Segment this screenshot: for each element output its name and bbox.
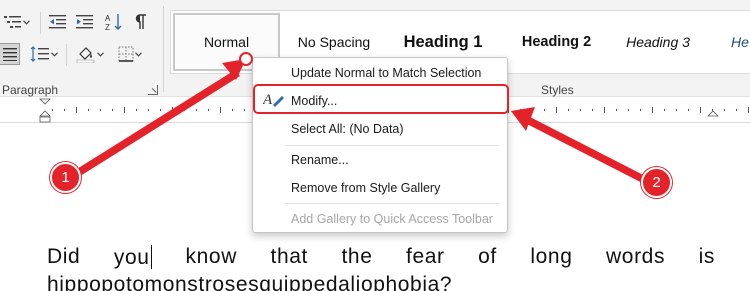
line-spacing-button[interactable] [26,43,62,65]
ruler-tick [76,107,77,113]
decrease-indent-icon [49,14,67,30]
divider [40,12,41,34]
ruler-tick [112,109,113,111]
shading-icon [76,45,96,63]
document-word: Did [47,245,81,268]
ruler-tick [568,109,569,111]
ruler-tick [724,109,725,111]
style-heading-4-partial[interactable]: He [719,13,750,71]
menu-item-add-gallery-to-qat: Add Gallery to Quick Access Toolbar [291,212,493,226]
ruler-tick [136,109,137,111]
dialog-launcher-icon[interactable] [148,85,158,95]
ruler-tick [640,109,641,111]
ruler-tick [580,109,581,111]
divider [66,44,67,66]
svg-text:A: A [105,14,111,23]
document-word: the [341,245,373,268]
document-word: of [478,245,497,268]
menu-item-remove-from-gallery[interactable]: Remove from Style Gallery [291,181,440,195]
ruler-tick [160,109,161,111]
ruler-tick [208,109,209,111]
menu-separator [285,203,499,204]
ruler-tick [616,109,617,111]
target-ring [239,52,253,66]
callout-badge-1: 1 [50,162,81,193]
document-word: long [530,245,573,268]
ruler-tick [688,109,689,111]
styles-group-label: Styles [541,83,574,97]
sort-button[interactable]: AZ [103,11,125,33]
style-heading-2[interactable]: Heading 2 [504,13,609,71]
document-word: you [114,245,153,273]
menu-item-update-normal[interactable]: Update Normal to Match Selection [291,66,481,80]
document-word: words [606,245,666,268]
line-spacing-icon [30,46,50,62]
document-word: is [698,245,715,268]
shading-button[interactable] [72,43,108,65]
menu-separator [285,145,499,146]
multilevel-list-button[interactable] [0,11,34,33]
ruler-tick [184,109,185,111]
ruler-tick [592,109,593,111]
chevron-down-icon [50,43,58,65]
ruler-tick [232,109,233,111]
ruler-tick [88,109,89,111]
ruler-tick [748,107,749,113]
ruler-tick [652,107,653,113]
svg-text:Z: Z [105,23,110,31]
ruler-tick [520,109,521,111]
ruler-tick [124,107,125,113]
arrow-two [527,117,657,189]
ruler-tick [544,109,545,111]
ruler-tick [196,109,197,111]
group-divider [163,6,164,92]
show-formatting-marks-button[interactable] [131,11,151,33]
menu-item-select-all[interactable]: Select All: (No Data) [291,122,404,136]
document-word: fear [406,245,445,268]
ruler-tick [100,109,101,111]
ruler-tick [172,107,173,113]
justify-icon [2,47,17,61]
decrease-indent-button[interactable] [47,11,69,33]
document-word: that [270,245,308,268]
ruler-tick [556,107,557,113]
ruler-tick [52,109,53,111]
chevron-down-icon [96,43,104,65]
document-line-1: Did you know that the fear of long words is [47,245,715,273]
increase-indent-button[interactable] [74,11,96,33]
ruler-tick [676,109,677,111]
show-formatting-marks-icon [135,14,147,30]
paragraph-group-label: Paragraph [2,83,59,97]
ruler-tick [628,109,629,111]
sort-icon: AZ [105,13,123,31]
ruler-tick [244,109,245,111]
callout-badge-2: 2 [641,167,672,198]
menu-item-rename[interactable]: Rename... [291,153,349,167]
ruler-tick [700,107,701,113]
ruler-tick [148,109,149,111]
modify-highlight-box [253,84,509,114]
increase-indent-icon [76,14,94,30]
style-heading-3[interactable]: Heading 3 [613,13,703,71]
ruler-tick [736,109,737,111]
document-line-2: hippopotomonstrosesquippedaliophobia? [47,273,453,291]
chevron-down-icon [22,11,30,33]
multilevel-list-icon [4,14,22,30]
borders-icon [118,46,134,62]
text-cursor [150,245,153,269]
ruler-tick [664,109,665,111]
ruler-tick [532,109,533,111]
justify-button[interactable] [0,43,20,65]
borders-button[interactable] [112,43,148,65]
ruler-tick [64,109,65,111]
ruler-tick [220,107,221,113]
document-body[interactable]: Did you know that the fear of long words is hippo… [47,245,715,291]
ruler-tick [604,107,605,113]
document-word: know [185,245,237,268]
chevron-down-icon [134,43,142,65]
